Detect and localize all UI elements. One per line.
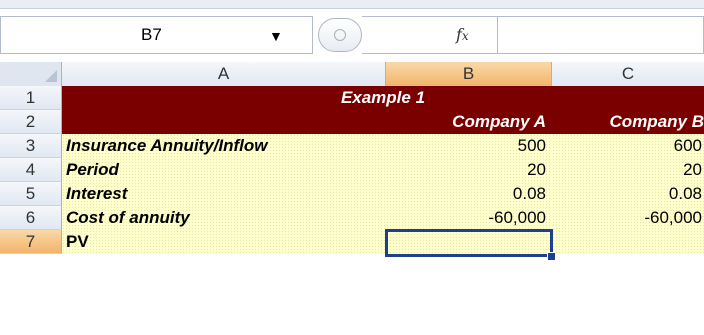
cell-c2[interactable]: Company B bbox=[552, 110, 704, 134]
cell-a3[interactable]: Insurance Annuity/Inflow bbox=[62, 134, 386, 158]
cell-b2[interactable]: Company A bbox=[386, 110, 552, 134]
name-box-value: B7 bbox=[141, 25, 162, 44]
cell-c5[interactable]: 0.08 bbox=[552, 182, 704, 206]
cell-a4[interactable]: Period bbox=[62, 158, 386, 182]
triangle-icon bbox=[45, 70, 57, 82]
active-cell-selection bbox=[385, 229, 553, 257]
row-header-7[interactable]: 7 bbox=[0, 230, 62, 254]
row-header-5[interactable]: 5 bbox=[0, 182, 62, 206]
cell-a5[interactable]: Interest bbox=[62, 182, 386, 206]
cell-b4[interactable]: 20 bbox=[386, 158, 552, 182]
cell-a2[interactable] bbox=[62, 110, 386, 134]
cell-b3[interactable]: 500 bbox=[386, 134, 552, 158]
name-box[interactable]: B7 ▼ bbox=[0, 16, 313, 54]
cell-c4[interactable]: 20 bbox=[552, 158, 704, 182]
column-header-c[interactable]: C bbox=[552, 62, 704, 86]
toolbar-strip bbox=[0, 0, 704, 9]
cell-a7[interactable]: PV bbox=[62, 230, 386, 254]
row-header-4[interactable]: 4 bbox=[0, 158, 62, 182]
circle-icon bbox=[334, 29, 346, 41]
insert-function-icon[interactable]: fx bbox=[456, 25, 469, 44]
column-header-b[interactable]: B bbox=[386, 62, 552, 86]
cell-b5[interactable]: 0.08 bbox=[386, 182, 552, 206]
cell-c3[interactable]: 600 bbox=[552, 134, 704, 158]
chevron-down-icon[interactable]: ▼ bbox=[269, 28, 283, 44]
cell-c7[interactable] bbox=[552, 230, 704, 254]
select-all-corner[interactable] bbox=[0, 62, 62, 86]
title-text: Example 1 bbox=[340, 88, 426, 107]
row-header-1[interactable]: 1 bbox=[0, 86, 62, 110]
column-header-a[interactable]: A bbox=[62, 62, 386, 86]
row-header-2[interactable]: 2 bbox=[0, 110, 62, 134]
row-header-6[interactable]: 6 bbox=[0, 206, 62, 230]
fill-handle[interactable] bbox=[547, 252, 556, 261]
cell-b6[interactable]: -60,000 bbox=[386, 206, 552, 230]
formula-bar: B7 ▼ fx bbox=[0, 0, 704, 62]
cell-c6[interactable]: -60,000 bbox=[552, 206, 704, 230]
column-header-row: A B C bbox=[0, 62, 704, 87]
cell-a6[interactable]: Cost of annuity bbox=[62, 206, 386, 230]
row-header-3[interactable]: 3 bbox=[0, 134, 62, 158]
formula-cancel-button[interactable] bbox=[318, 18, 362, 52]
formula-input[interactable]: fx bbox=[362, 16, 704, 54]
title-cell[interactable]: Example 1 bbox=[62, 86, 704, 110]
formula-divider bbox=[497, 17, 498, 54]
